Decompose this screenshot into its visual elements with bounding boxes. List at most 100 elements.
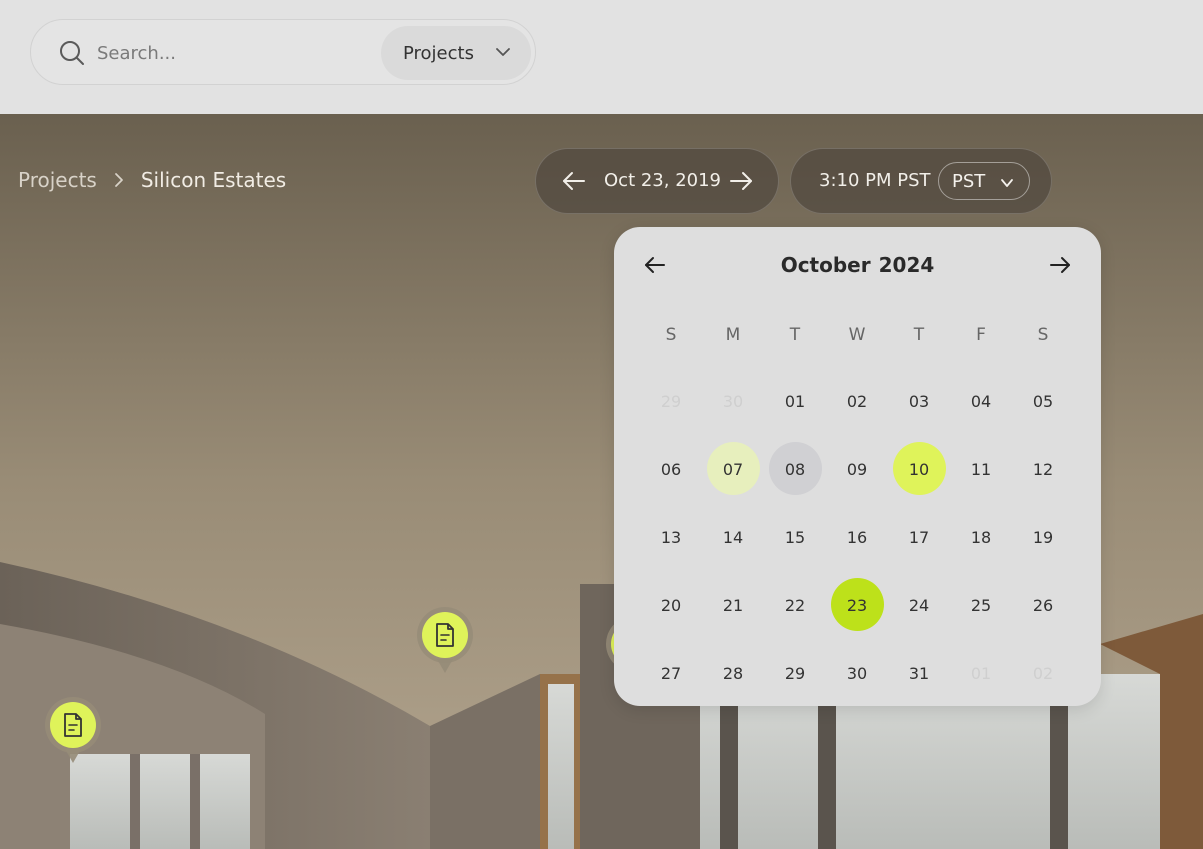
calendar-day[interactable]: 31 (888, 639, 950, 707)
calendar-day[interactable]: 03 (888, 367, 950, 435)
calendar-day[interactable]: 29 (764, 639, 826, 707)
calendar-day[interactable]: 14 (702, 503, 764, 571)
calendar-day-label: 25 (970, 595, 992, 615)
current-date[interactable]: Oct 23, 2019 (604, 170, 721, 191)
calendar-day-label: 04 (970, 391, 992, 411)
calendar-day-label: 01 (784, 391, 806, 411)
calendar-day-label: 27 (660, 663, 682, 683)
calendar-year: 2024 (878, 253, 935, 277)
calendar-day-label: 19 (1032, 527, 1054, 547)
calendar-day-label: 17 (908, 527, 930, 547)
calendar-day[interactable]: 24 (888, 571, 950, 639)
calendar-day[interactable]: 21 (702, 571, 764, 639)
calendar-day-label: 16 (846, 527, 868, 547)
timezone-dropdown[interactable]: PST (938, 162, 1030, 200)
calendar-month: October (780, 253, 871, 277)
calendar-day[interactable]: 16 (826, 503, 888, 571)
next-month-button[interactable] (1047, 252, 1073, 278)
calendar-day[interactable]: 27 (640, 639, 702, 707)
calendar-day[interactable]: 08 (764, 435, 826, 503)
calendar-day-label: 22 (784, 595, 806, 615)
calendar-day: 30 (702, 367, 764, 435)
weekday-label: T (913, 325, 925, 345)
calendar-day[interactable]: 04 (950, 367, 1012, 435)
calendar-day: 01 (950, 639, 1012, 707)
calendar-day[interactable]: 02 (826, 367, 888, 435)
calendar-day-label: 30 (846, 663, 868, 683)
breadcrumb-projects-link[interactable]: Projects (18, 168, 97, 192)
calendar-day-label: 14 (722, 527, 744, 547)
calendar-days-grid: 29 30 01 02 03 04 05 06 07 08 09 10 11 12 13 14 15 16 17 18… (640, 367, 1074, 707)
calendar-day-label: 12 (1032, 459, 1054, 479)
calendar-day[interactable]: 17 (888, 503, 950, 571)
weekday-label: F (976, 325, 986, 345)
calendar-day-label: 29 (784, 663, 806, 683)
calendar-day[interactable]: 26 (1012, 571, 1074, 639)
weekday-label: M (725, 325, 741, 345)
previous-date-button[interactable] (559, 166, 589, 196)
calendar-day[interactable]: 18 (950, 503, 1012, 571)
date-navigator: Oct 23, 2019 (535, 148, 779, 214)
calendar-day[interactable]: 20 (640, 571, 702, 639)
calendar-day-label: 11 (970, 459, 992, 479)
calendar-day-label: 10 (908, 459, 930, 479)
calendar-day-label: 07 (722, 459, 744, 479)
calendar-day[interactable]: 09 (826, 435, 888, 503)
document-icon (436, 623, 454, 647)
top-bar: Projects (0, 0, 1203, 114)
calendar-day-label: 02 (1032, 663, 1054, 683)
weekday-header: S M T W T F S (640, 325, 1074, 345)
calendar-day-label: 29 (660, 391, 682, 411)
calendar-day[interactable]: 07 (702, 435, 764, 503)
marker-tail (437, 659, 453, 673)
calendar-day[interactable]: 15 (764, 503, 826, 571)
calendar-day-label: 01 (970, 663, 992, 683)
calendar-day[interactable]: 22 (764, 571, 826, 639)
calendar-day[interactable]: 12 (1012, 435, 1074, 503)
marker-tail (65, 749, 81, 763)
calendar-day-label: 13 (660, 527, 682, 547)
document-pin-marker[interactable] (45, 697, 101, 769)
calendar-day-label: 05 (1032, 391, 1054, 411)
timezone-label: PST (952, 170, 986, 192)
calendar-day-label: 20 (660, 595, 682, 615)
calendar-day[interactable]: 25 (950, 571, 1012, 639)
next-date-button[interactable] (726, 166, 756, 196)
projects-dropdown-label: Projects (403, 42, 474, 64)
calendar-day[interactable]: 06 (640, 435, 702, 503)
calendar-day-label: 15 (784, 527, 806, 547)
weekday-label: S (1037, 325, 1049, 345)
calendar-day[interactable]: 28 (702, 639, 764, 707)
breadcrumb-current: Silicon Estates (140, 168, 287, 192)
chevron-down-icon (1001, 179, 1013, 187)
document-pin-marker[interactable] (417, 607, 473, 679)
calendar-day[interactable]: 05 (1012, 367, 1074, 435)
calendar-day[interactable]: 30 (826, 639, 888, 707)
calendar-day-label: 28 (722, 663, 744, 683)
calendar-day[interactable]: 13 (640, 503, 702, 571)
projects-dropdown[interactable]: Projects (381, 26, 531, 80)
calendar-day[interactable]: 01 (764, 367, 826, 435)
calendar-month-year: October 2024 (614, 253, 1101, 277)
calendar-day-label: 02 (846, 391, 868, 411)
date-picker-calendar: October 2024 S M T W T F S 29 30 01 02 03 04 05… (614, 227, 1101, 706)
calendar-day[interactable]: 11 (950, 435, 1012, 503)
weekday-label: W (848, 325, 866, 345)
chevron-right-icon (114, 173, 123, 187)
calendar-day-label: 03 (908, 391, 930, 411)
document-icon (64, 713, 82, 737)
calendar-day[interactable]: 19 (1012, 503, 1074, 571)
weekday-label: T (789, 325, 801, 345)
calendar-day-label: 30 (722, 391, 744, 411)
chevron-down-icon (496, 48, 510, 56)
current-time[interactable]: 3:10 PM PST (819, 170, 931, 191)
calendar-day-label: 26 (1032, 595, 1054, 615)
weekday-label: S (665, 325, 677, 345)
calendar-day[interactable]: 10 (888, 435, 950, 503)
calendar-day[interactable]: 23 (826, 571, 888, 639)
time-selector: 3:10 PM PST PST (790, 148, 1052, 214)
search-input[interactable] (97, 38, 367, 68)
search-bar: Projects (30, 19, 536, 85)
calendar-day-label: 09 (846, 459, 868, 479)
calendar-day-label: 31 (908, 663, 930, 683)
